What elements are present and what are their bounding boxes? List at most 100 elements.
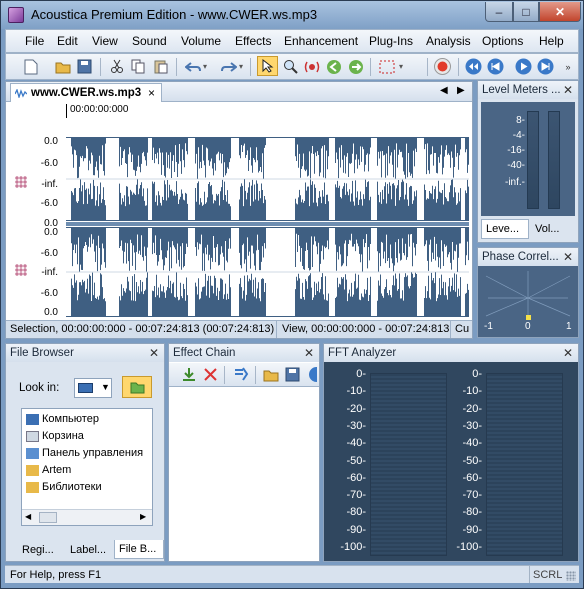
status-bar: For Help, press F1 SCRL: [5, 565, 579, 583]
fft-scale-label: 0-: [356, 368, 366, 380]
scale-label: -6.0: [40, 248, 58, 259]
tab-volume[interactable]: Vol...: [535, 223, 559, 235]
scale-label: -inf.: [41, 267, 58, 278]
cut-icon[interactable]: [108, 58, 125, 75]
chevron-down-icon: ▼: [101, 382, 110, 392]
window-title: Acoustica Premium Edition - www.CWER.ws.…: [31, 7, 318, 22]
channel-2-handle-icon[interactable]: [15, 264, 27, 276]
fft-scale-label: -50-: [346, 454, 366, 467]
tab-file-browser[interactable]: File B...: [114, 540, 164, 559]
list-item[interactable]: Панель управления: [26, 447, 143, 459]
waveform-canvas[interactable]: [66, 137, 469, 318]
add-effect-icon[interactable]: [181, 367, 197, 382]
remove-effect-icon[interactable]: [203, 367, 218, 382]
open-folder-icon[interactable]: [54, 58, 71, 75]
horizontal-scrollbar[interactable]: ◀ ▶: [22, 509, 152, 525]
time-ruler[interactable]: 00:00:00:000: [66, 104, 469, 118]
fft-scale-label: -100-: [456, 541, 482, 553]
new-file-icon[interactable]: [22, 58, 39, 75]
help-text: For Help, press F1: [10, 569, 102, 581]
menu-volume[interactable]: Volume: [181, 34, 221, 48]
scroll-left-icon[interactable]: ◀: [25, 512, 31, 521]
play-icon[interactable]: [515, 58, 532, 75]
scale-label: 0.0: [44, 227, 58, 238]
menu-options[interactable]: Options: [482, 34, 523, 48]
toolbar-overflow-icon[interactable]: »: [563, 58, 573, 75]
minimize-button[interactable]: –: [485, 2, 513, 22]
selection-grid-icon[interactable]: [378, 58, 395, 75]
open-chain-icon[interactable]: [263, 368, 279, 382]
phase-close-icon[interactable]: ✕: [563, 250, 573, 264]
list-item[interactable]: Artem: [26, 464, 71, 476]
up-folder-icon: [130, 382, 145, 394]
undo-dropdown-icon[interactable]: ▾: [200, 58, 210, 75]
selection-range-text: Selection, 00:00:00:000 - 00:07:24:813 (…: [10, 323, 275, 335]
tab-labels[interactable]: Label...: [70, 544, 106, 556]
save-icon[interactable]: [76, 58, 93, 75]
rewind-icon[interactable]: [465, 58, 482, 75]
select-cursor-icon[interactable]: [257, 56, 278, 76]
apply-chain-icon[interactable]: [233, 367, 249, 382]
file-list[interactable]: Компьютер Корзина Панель управления Arte…: [21, 408, 153, 526]
timecode-label: 00:00:00:000: [70, 104, 129, 115]
up-folder-button[interactable]: [122, 376, 152, 398]
document-tab[interactable]: www.CWER.ws.mp3 ×: [10, 83, 162, 102]
paste-icon[interactable]: [152, 58, 169, 75]
close-window-button[interactable]: ✕: [539, 2, 581, 22]
scale-label: 0.0: [44, 307, 58, 318]
menu-sound[interactable]: Sound: [132, 34, 167, 48]
copy-icon[interactable]: [130, 58, 147, 75]
record-icon[interactable]: [434, 58, 451, 75]
play-region-icon[interactable]: [325, 58, 342, 75]
list-item-label: Панель управления: [42, 447, 144, 459]
menu-effects[interactable]: Effects: [235, 34, 271, 48]
effect-chain-panel: Effect Chain ✕: [168, 343, 320, 562]
list-item[interactable]: Компьютер: [26, 413, 99, 425]
document-tab-close-icon[interactable]: ×: [148, 86, 155, 100]
channel-2-scale: 0.0 -6.0 -inf. -6.0 0.0: [6, 222, 66, 318]
zoom-icon[interactable]: [282, 58, 299, 75]
save-chain-icon[interactable]: [285, 367, 300, 382]
more-tools-icon[interactable]: [309, 367, 317, 382]
menu-enhancement[interactable]: Enhancement: [284, 34, 358, 48]
resize-grip-icon[interactable]: [566, 571, 576, 581]
list-item-label: Корзина: [42, 430, 84, 442]
redo-dropdown-icon[interactable]: ▾: [236, 58, 246, 75]
menu-analysis[interactable]: Analysis: [426, 34, 471, 48]
phase-scale-label: -1: [484, 321, 493, 332]
tab-scroll-right-icon[interactable]: ▶: [457, 85, 465, 96]
tab-scroll-left-icon[interactable]: ◀: [440, 85, 448, 96]
menu-help[interactable]: Help: [539, 34, 564, 48]
effect-chain-close-icon[interactable]: ✕: [304, 346, 314, 360]
control-panel-icon: [26, 447, 39, 459]
list-item[interactable]: Корзина: [26, 430, 84, 442]
list-item[interactable]: Библиотеки: [26, 481, 102, 493]
channel-1-handle-icon[interactable]: [15, 176, 27, 188]
level-meters-close-icon[interactable]: ✕: [563, 83, 573, 97]
loop-icon[interactable]: [347, 58, 364, 75]
tab-levels[interactable]: Leve...: [481, 219, 529, 239]
scroll-right-icon[interactable]: ▶: [140, 512, 146, 521]
look-in-dropdown[interactable]: ▼: [74, 378, 112, 398]
file-browser-close-icon[interactable]: ✕: [149, 346, 159, 360]
scroll-thumb[interactable]: [39, 512, 57, 523]
fft-scale-label: -70-: [346, 489, 366, 502]
scrub-icon[interactable]: [303, 58, 320, 75]
fft-close-icon[interactable]: ✕: [563, 346, 573, 360]
undo-icon[interactable]: [184, 58, 201, 75]
menu-edit[interactable]: Edit: [57, 34, 78, 48]
list-item-label: Компьютер: [42, 413, 99, 425]
tab-regions[interactable]: Regi...: [22, 544, 54, 556]
redo-icon[interactable]: [220, 58, 237, 75]
fft-scale-label: -60-: [462, 471, 482, 484]
selection-dropdown-icon[interactable]: ▾: [396, 58, 406, 75]
menu-plug-ins[interactable]: Plug-Ins: [369, 34, 413, 48]
forward-icon[interactable]: [537, 58, 554, 75]
fft-scale-label: -20-: [462, 402, 482, 415]
back-icon[interactable]: [487, 58, 504, 75]
menu-view[interactable]: View: [92, 34, 118, 48]
user-folder-icon: [26, 464, 39, 476]
maximize-button[interactable]: □: [513, 2, 539, 22]
meter-scale-label: -inf.-: [505, 177, 525, 188]
menu-file[interactable]: File: [25, 34, 44, 48]
